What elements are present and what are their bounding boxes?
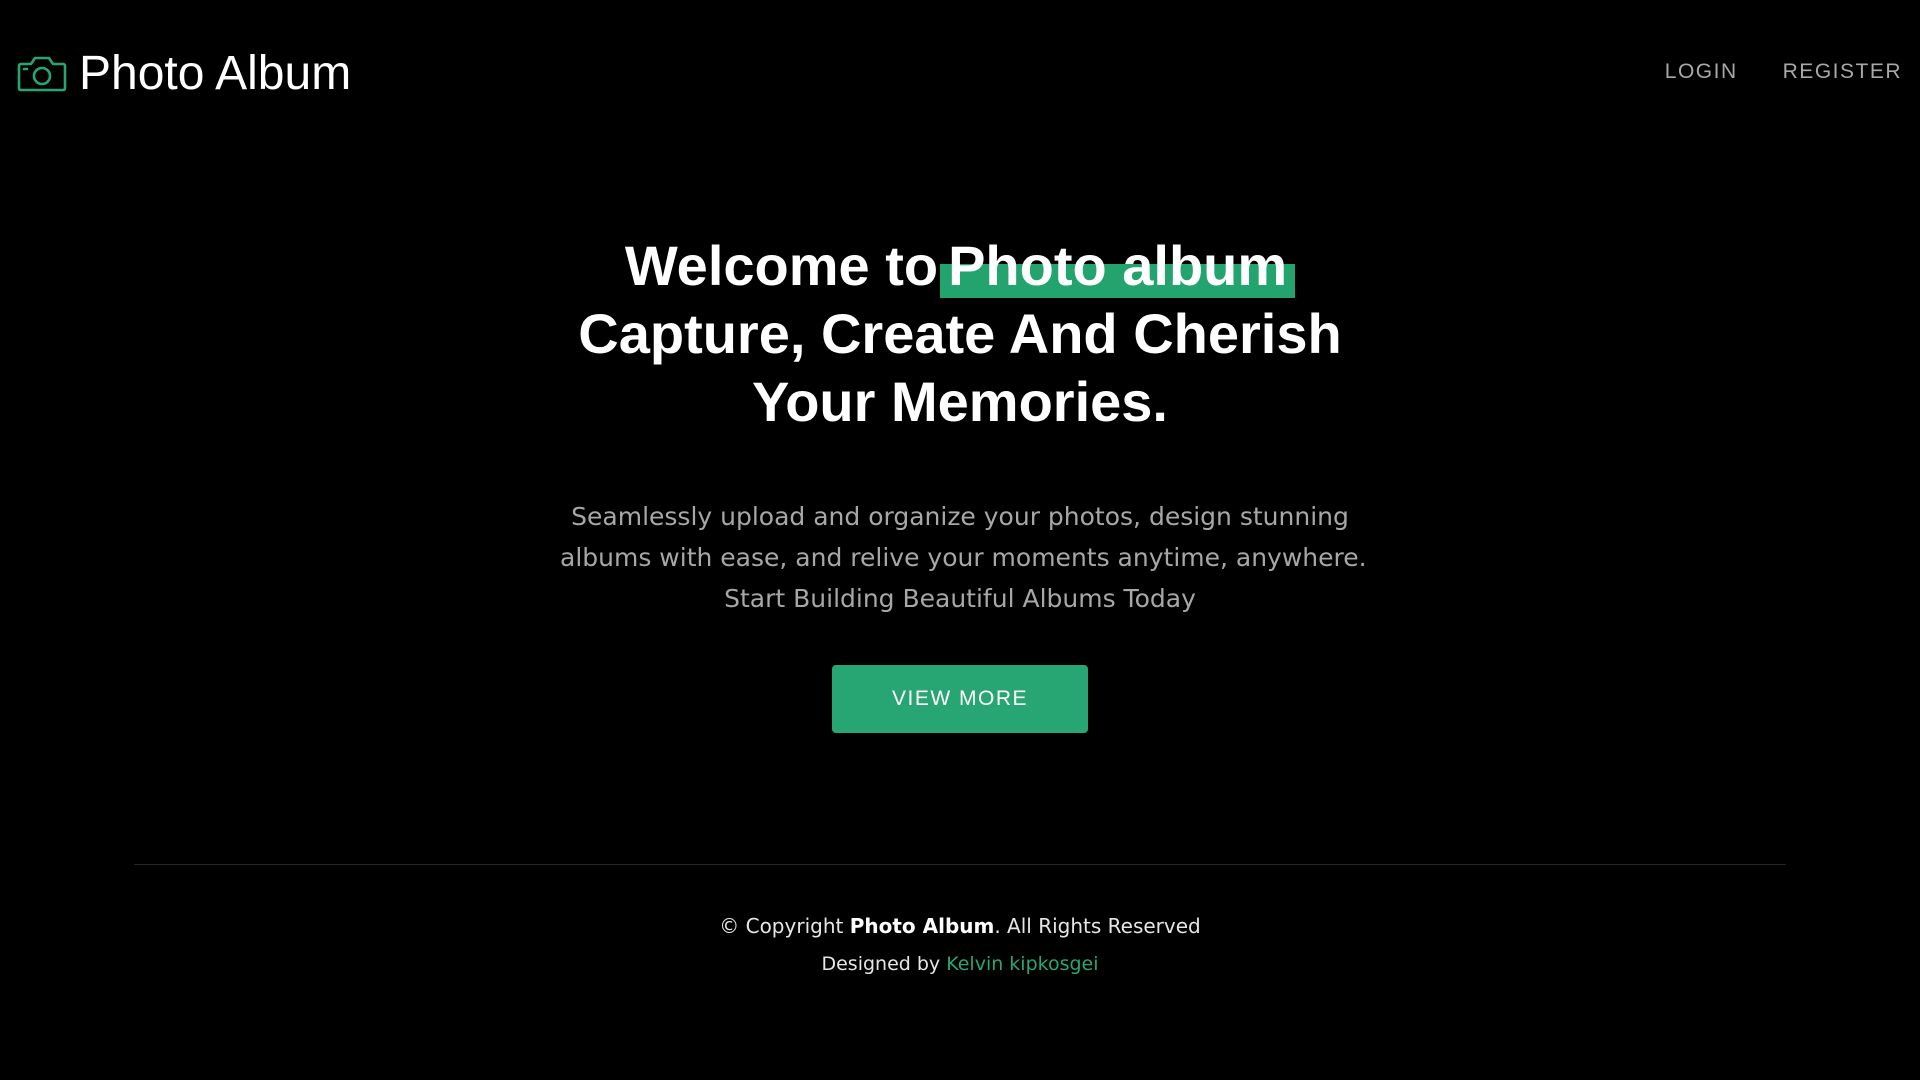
hero-title-line3: Your Memories. [752, 370, 1168, 433]
brand-link[interactable]: Photo Album [17, 46, 351, 102]
copyright-text: © Copyright Photo Album. All Rights Rese… [0, 910, 1920, 942]
navbar: Photo Album LOGIN REGISTER [0, 0, 1920, 150]
hero-subtitle: Seamlessly upload and organize your phot… [560, 496, 1367, 619]
copyright-prefix: © Copyright [719, 914, 844, 938]
hero-subtitle-line3: Start Building Beautiful Albums Today [724, 584, 1196, 613]
page: Photo Album LOGIN REGISTER Welcome to Pho… [0, 0, 1920, 1080]
login-link[interactable]: LOGIN [1665, 60, 1738, 84]
hero-title: Welcome to Photo album Capture, Create An… [0, 232, 1920, 436]
hero-title-highlight-text: Photo album [948, 234, 1288, 297]
hero-title-prefix: Welcome to [624, 234, 939, 297]
footer-divider [134, 864, 1786, 865]
hero-subtitle-line1: Seamlessly upload and organize your phot… [571, 502, 1349, 531]
copyright-suffix: . All Rights Reserved [994, 914, 1201, 938]
brand-name: Photo Album [79, 47, 352, 100]
hero-title-line2: Capture, Create And Cherish [578, 302, 1342, 365]
designer-link[interactable]: Kelvin kipkosgei [946, 953, 1098, 975]
footer: © Copyright Photo Album. All Rights Rese… [0, 910, 1920, 980]
hero-section: Welcome to Photo album Capture, Create An… [0, 232, 1920, 733]
designed-by-label: Designed by [821, 953, 941, 975]
nav-links: LOGIN REGISTER [1665, 60, 1902, 84]
credits-text: Designed by Kelvin kipkosgei [0, 948, 1920, 980]
hero-subtitle-line2: albums with ease, and relive your moment… [560, 543, 1367, 572]
register-link[interactable]: REGISTER [1783, 60, 1902, 84]
copyright-brand: Photo Album [849, 914, 995, 938]
hero-title-highlight: Photo album [940, 232, 1296, 300]
camera-icon [17, 56, 67, 92]
view-more-button[interactable]: VIEW MORE [832, 665, 1088, 733]
